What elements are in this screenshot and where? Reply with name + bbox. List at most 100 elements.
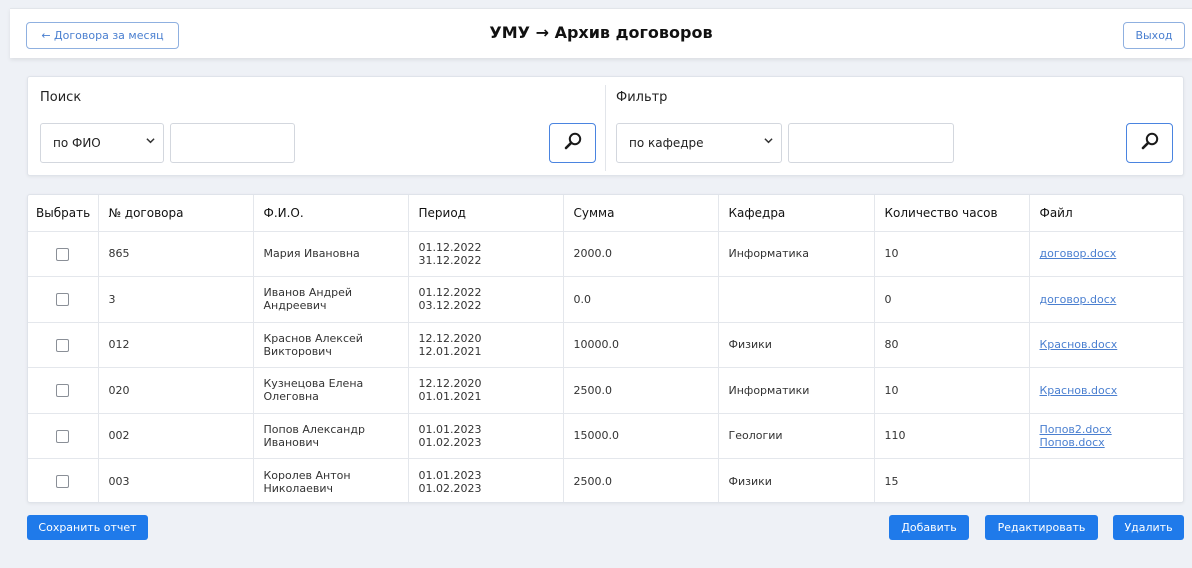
name-line: Попов Александр: [263, 422, 365, 436]
file-link[interactable]: Попов2.docx: [1040, 423, 1184, 436]
department-cell: Физики: [718, 458, 875, 502]
period-end: 03.12.2022: [418, 299, 482, 313]
file-link[interactable]: Краснов.docx: [1040, 384, 1184, 397]
contract-number-cell: 3: [98, 276, 254, 323]
row-checkbox[interactable]: [56, 429, 70, 443]
filter-section-title: Фильтр: [616, 90, 668, 105]
row-checkbox[interactable]: [56, 293, 70, 306]
contract-number-cell: 012: [98, 322, 254, 368]
contract-number-cell: 865: [98, 231, 254, 277]
row-checkbox[interactable]: [56, 338, 70, 352]
file-cell: Краснов.docx: [1029, 367, 1184, 414]
filter-input[interactable]: [788, 123, 954, 163]
filter-type-value: по кафедре: [629, 136, 704, 150]
period-end: 12.01.2021: [418, 344, 482, 358]
period-end: 01.02.2023: [418, 481, 482, 495]
sum-cell: 2000.0: [563, 231, 719, 277]
department-cell: Информатики: [718, 367, 875, 414]
full-name-cell: Иванов Андрей Андреевич: [253, 276, 409, 323]
name-line: Олеговна: [263, 390, 319, 404]
file-link[interactable]: Попов.docx: [1040, 436, 1184, 449]
full-name-cell: Кузнецова Елена Олеговна: [253, 367, 409, 414]
sum-cell: 2500.0: [563, 367, 719, 414]
file-cell: Попов2.docx Попов.docx: [1029, 413, 1184, 459]
search-section-title: Поиск: [40, 90, 82, 105]
contract-number-cell: 002: [98, 413, 254, 459]
department-cell: Физики: [718, 322, 875, 368]
name-line: Мария Ивановна: [263, 247, 360, 261]
sum-cell: 2500.0: [563, 458, 719, 502]
sum-cell: 15000.0: [563, 413, 719, 459]
hours-cell: 10: [874, 367, 1030, 414]
row-checkbox[interactable]: [56, 247, 70, 261]
name-line: Королев Антон: [263, 468, 351, 482]
file-cell: договор.docx: [1029, 276, 1184, 323]
full-name-cell: Королев Антон Николаевич: [253, 458, 409, 502]
search-icon: [563, 131, 583, 155]
name-line: Краснов Алексей: [263, 331, 363, 345]
period-end: 01.01.2021: [418, 390, 482, 404]
column-header-sum: Сумма: [563, 195, 719, 232]
table-row: 3 Иванов Андрей Андреевич 01.12.2022 03.12…: [28, 276, 1184, 323]
row-checkbox[interactable]: [56, 475, 70, 489]
add-button[interactable]: Добавить: [889, 515, 969, 540]
period-cell: 12.12.2020 12.01.2021: [408, 322, 564, 368]
column-header-period: Период: [408, 195, 564, 232]
table-row: 865 Мария Ивановна 01.12.2022 31.12.2022 …: [28, 231, 1184, 277]
sum-cell: 10000.0: [563, 322, 719, 368]
page-title: УМУ → Архив договоров: [489, 23, 713, 42]
chevron-down-icon: [146, 136, 155, 148]
file-link[interactable]: Краснов.docx: [1040, 338, 1184, 351]
contract-number-cell: 003: [98, 458, 254, 502]
period-end: 01.02.2023: [418, 435, 482, 449]
chevron-down-icon: [764, 136, 773, 148]
file-link[interactable]: договор.docx: [1040, 247, 1184, 260]
period-cell: 01.12.2022 03.12.2022: [408, 276, 564, 323]
search-input[interactable]: [170, 123, 295, 163]
name-line: Кузнецова Елена: [263, 377, 364, 391]
search-button[interactable]: [549, 123, 596, 163]
period-start: 01.01.2023: [418, 422, 482, 436]
filter-button[interactable]: [1126, 123, 1173, 163]
file-cell: Краснов.docx: [1029, 322, 1184, 368]
save-report-button[interactable]: Сохранить отчет: [27, 515, 148, 540]
row-select-cell: [28, 367, 99, 414]
file-cell: [1029, 459, 1183, 503]
period-start: 12.12.2020: [418, 377, 482, 391]
sum-cell: 0.0: [563, 276, 719, 323]
table-row: 003 Королев Антон Николаевич 01.01.2023 01…: [28, 458, 1183, 503]
department-cell: [718, 276, 875, 323]
column-header-department: Кафедра: [718, 195, 875, 232]
delete-button[interactable]: Удалить: [1113, 515, 1184, 540]
search-type-select[interactable]: по ФИО: [40, 123, 164, 163]
row-select-cell: [28, 322, 99, 368]
contracts-table-container: Выбрать № договора Ф.И.О. Период Сумма К…: [27, 194, 1184, 503]
contract-number-cell: 020: [98, 367, 254, 414]
period-end: 31.12.2022: [418, 253, 482, 267]
name-line: Иванов Андрей: [263, 286, 353, 300]
row-checkbox[interactable]: [56, 384, 70, 397]
filter-type-select[interactable]: по кафедре: [616, 123, 782, 163]
panel-divider: [605, 85, 606, 171]
table-row: 002 Попов Александр Иванович 01.01.2023 01…: [28, 413, 1184, 459]
file-link[interactable]: договор.docx: [1040, 293, 1184, 306]
full-name-cell: Попов Александр Иванович: [253, 413, 409, 459]
department-cell: Геологии: [718, 413, 875, 459]
column-header-select: Выбрать: [28, 195, 99, 232]
name-line: Андреевич: [263, 299, 327, 313]
hours-cell: 15: [874, 458, 1030, 502]
table-header-row: Выбрать № договора Ф.И.О. Период Сумма К…: [28, 195, 1183, 232]
search-type-value: по ФИО: [53, 136, 101, 150]
top-bar: ← Договора за месяц УМУ → Архив договоро…: [10, 8, 1192, 58]
edit-button[interactable]: Редактировать: [985, 515, 1098, 540]
table-row: 020 Кузнецова Елена Олеговна 12.12.2020 01…: [28, 367, 1184, 414]
full-name-cell: Краснов Алексей Викторович: [253, 322, 409, 368]
exit-button[interactable]: Выход: [1123, 22, 1185, 49]
name-line: Иванович: [263, 435, 320, 449]
table-row: 012 Краснов Алексей Викторович 12.12.2020…: [28, 322, 1184, 368]
column-header-file: Файл: [1029, 195, 1183, 232]
period-start: 01.01.2023: [418, 468, 482, 482]
department-cell: Информатика: [718, 231, 875, 277]
full-name-cell: Мария Ивановна: [253, 231, 409, 277]
column-header-contract-number: № договора: [98, 195, 254, 232]
